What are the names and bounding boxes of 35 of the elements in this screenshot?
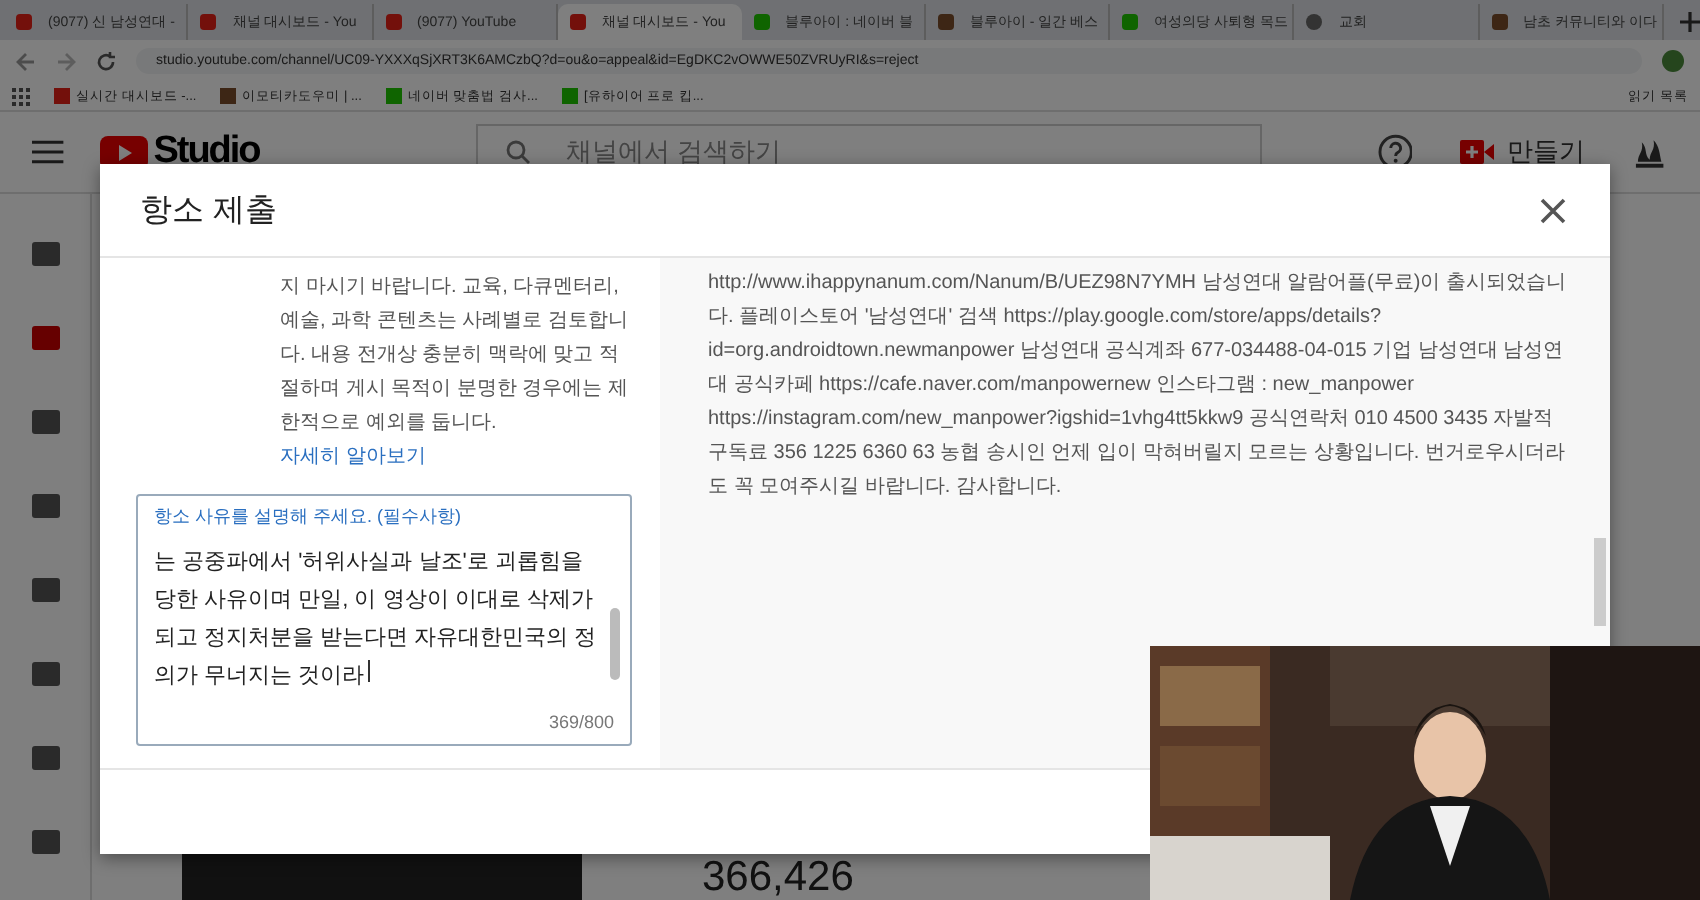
sidebar-nav-icon[interactable] (29, 574, 61, 606)
help-icon[interactable] (1377, 134, 1413, 170)
appeal-text-area[interactable]: 항소 사유를 설명해 주세요. (필수사항) 는 공중파에서 '허위사실과 날조'로 괴롭힘을 당한 사유이며 만일, 이 영상이 이대로 삭제가 되고 정지처분을 받는다면 자유대한민국의 정의가 무너지는 것이라 369/800 (136, 494, 632, 746)
back-icon[interactable] (16, 51, 36, 71)
char-counter: 369/800 (548, 712, 614, 732)
tab-favicon (1491, 14, 1508, 30)
video-thumbnail[interactable] (182, 854, 582, 900)
sidebar-nav-icon[interactable] (29, 406, 61, 438)
tab-favicon (200, 14, 217, 30)
tab-favicon (16, 14, 32, 30)
tab-favicon (753, 14, 770, 30)
sidebar-nav-icon[interactable] (29, 322, 61, 354)
tab-favicon (385, 14, 402, 30)
tab-favicon (1122, 14, 1139, 30)
sidebar-nav-icon[interactable] (29, 826, 61, 858)
tab-favicon (937, 14, 954, 30)
menu-icon[interactable] (32, 140, 64, 164)
sidebar-nav-icon[interactable] (29, 238, 61, 270)
video-description: http://www.ihappynanum.com/Nanum/B/UEZ98N7YMH 남성연대 알람어플(무료)이 출시되었습니다. 플레이스토어 '남성연대' 검색 https://play.google.com/store/apps/details?id=org.androidtown.newmanpower 남성연대 공식계좌 677-034488-04-015 기업 남성연대 남성연대 공식카페 https://cafe.naver.com/manpowernew 인스타그램 : new_manpower https://instagram.com/new_manpower?igshid=1vhg4tt5kkw9 공식연락처 010 4500 3435 자발적 구독료 356 1225 6360 63 농협 송시인 언제 입이 막혀버릴지 모르는 상황입니다. 번거로우시더라도 꼭 모여주시길 바랍니다. 감사합니다. (708, 270, 1566, 502)
sidebar-nav-icon[interactable] (29, 490, 61, 522)
close-icon[interactable] (1540, 197, 1566, 223)
policy-text: 지 마시기 바랍니다. 교육, 다큐멘터리, 예술, 과학 콘텐츠는 사례별로 검토합니다. 내용 전개상 충분히 맥락에 맞고 적절하며 게시 목적이 분명한 경우에는 제한적으로 예외를 둡니다. (280, 274, 630, 438)
dialog-title: 항소 제출 (140, 191, 277, 231)
tab-favicon (1306, 14, 1323, 30)
apps-icon[interactable] (12, 87, 30, 105)
learn-more-link[interactable]: 자세히 알아보기 (280, 440, 632, 474)
tab-favicon (569, 14, 586, 30)
search-icon (505, 140, 530, 164)
view-count: 366,426 (702, 856, 854, 898)
sidebar-nav-icon[interactable] (29, 658, 61, 690)
reload-icon[interactable] (96, 51, 116, 71)
profile-avatar[interactable] (1662, 50, 1684, 72)
scrollbar[interactable] (1594, 538, 1606, 626)
sidebar-nav-icon[interactable] (29, 742, 61, 774)
new-tab-icon[interactable] (1679, 12, 1700, 32)
